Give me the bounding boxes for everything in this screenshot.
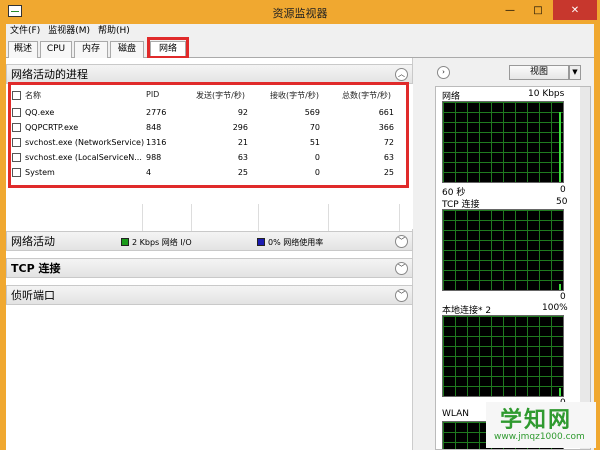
left-pane: 网络活动的进程 ︿ 名称 PID 发送(字节/秒) 接收(字节/秒) 总数(字节…: [6, 58, 413, 450]
chevron-down-icon[interactable]: ﹀: [395, 235, 408, 248]
process-receive: 0: [314, 153, 320, 162]
graph-network-footer-right: 0: [560, 185, 566, 195]
tab-cpu[interactable]: CPU: [40, 41, 72, 58]
table-row[interactable]: svchost.exe (LocalServiceN... 988 63 0 6…: [6, 151, 413, 166]
row-checkbox[interactable]: [12, 138, 21, 147]
close-button[interactable]: ✕: [553, 0, 597, 20]
row-checkbox[interactable]: [12, 153, 21, 162]
processes-table: 名称 PID 发送(字节/秒) 接收(字节/秒) 总数(字节/秒) QQ.exe…: [6, 84, 413, 249]
view-dropdown-icon[interactable]: ▼: [569, 65, 581, 80]
process-pid: 1316: [146, 138, 167, 147]
menu-monitor[interactable]: 监视器(M): [44, 24, 94, 38]
maximize-button[interactable]: □: [525, 0, 551, 20]
chevron-down-icon[interactable]: ﹀: [395, 262, 408, 275]
watermark-url: www.jmqz1000.com: [494, 432, 585, 442]
chevron-right-icon[interactable]: ›: [437, 66, 450, 79]
process-pid: 848: [146, 123, 162, 132]
process-send: 63: [237, 153, 248, 162]
right-pane: › 视图 ▼ 网络 10 Kbps 60 秒 0 TCP 连接 50 0 本地连…: [427, 58, 594, 450]
minimize-button[interactable]: —: [497, 0, 523, 20]
tab-disk[interactable]: 磁盘: [110, 41, 144, 58]
process-receive: 70: [309, 123, 320, 132]
resource-monitor-window: 资源监视器 — □ ✕ 文件(F) 监视器(M) 帮助(H) 概述 CPU 内存…: [0, 0, 600, 450]
graphs-scrollbar[interactable]: [580, 87, 590, 449]
process-send: 296: [232, 123, 248, 132]
table-row[interactable]: System 4 25 0 25: [6, 166, 413, 181]
graph-network-value: 10 Kbps: [528, 89, 565, 99]
column-name[interactable]: 名称: [25, 90, 41, 104]
process-name: System: [25, 168, 55, 177]
process-send: 25: [237, 168, 248, 177]
tab-memory[interactable]: 内存: [74, 41, 108, 58]
row-checkbox[interactable]: [12, 168, 21, 177]
processes-section-title: 网络活动的进程: [11, 68, 88, 81]
process-send: 92: [237, 108, 248, 117]
graph-tcp-footer-right: 0: [560, 292, 566, 302]
table-row[interactable]: QQ.exe 2776 92 569 661: [6, 106, 413, 121]
title-bar[interactable]: 资源监视器 — □ ✕: [0, 0, 600, 24]
process-receive: 51: [309, 138, 320, 147]
tab-network[interactable]: 网络: [150, 41, 186, 59]
process-total: 25: [383, 168, 394, 177]
process-pid: 988: [146, 153, 162, 162]
graph-local-value: 100%: [542, 303, 568, 313]
process-receive: 0: [314, 168, 320, 177]
process-receive: 569: [304, 108, 320, 117]
process-total: 661: [378, 108, 394, 117]
tab-strip: 概述 CPU 内存 磁盘 网络: [6, 38, 594, 59]
tab-overview[interactable]: 概述: [8, 41, 38, 58]
column-total[interactable]: 总数(字节/秒): [342, 90, 391, 104]
watermark-title: 学知网: [500, 408, 573, 433]
graph-network: [442, 101, 564, 183]
network-activity-title: 网络活动: [11, 235, 55, 248]
graph-local-connection: [442, 315, 564, 397]
tcp-section-title: TCP 连接: [11, 262, 61, 275]
process-name: QQ.exe: [25, 108, 55, 117]
tcp-section-header[interactable]: TCP 连接 ﹀: [6, 258, 413, 278]
process-name: svchost.exe (NetworkService): [25, 138, 145, 147]
table-row[interactable]: svchost.exe (NetworkService) 1316 21 51 …: [6, 136, 413, 151]
view-button[interactable]: 视图: [509, 65, 569, 80]
select-all-checkbox[interactable]: [12, 91, 21, 100]
listen-section-header[interactable]: 侦听端口 ﹀: [6, 285, 413, 305]
menu-bar: 文件(F) 监视器(M) 帮助(H): [6, 24, 594, 38]
io-badge-icon: [121, 238, 129, 246]
network-activity-header[interactable]: 网络活动 2 Kbps 网络 I/O 0% 网络使用率 ﹀: [6, 231, 413, 251]
chevron-up-icon[interactable]: ︿: [395, 68, 408, 81]
graphs-panel: 网络 10 Kbps 60 秒 0 TCP 连接 50 0 本地连接* 2 10…: [435, 86, 591, 450]
table-row[interactable]: QQPCRTP.exe 848 296 70 366: [6, 121, 413, 136]
row-checkbox[interactable]: [12, 123, 21, 132]
process-name: QQPCRTP.exe: [25, 123, 79, 132]
graph-tcp-value: 50: [556, 197, 568, 207]
process-pid: 4: [146, 168, 152, 177]
process-pid: 2776: [146, 108, 167, 117]
processes-section-header[interactable]: 网络活动的进程 ︿: [6, 64, 413, 84]
menu-file[interactable]: 文件(F): [6, 24, 44, 38]
watermark: 学知网 www.jmqz1000.com: [486, 402, 596, 448]
network-usage-status: 0% 网络使用率: [257, 237, 323, 248]
row-checkbox[interactable]: [12, 108, 21, 117]
column-receive[interactable]: 接收(字节/秒): [270, 90, 319, 104]
graph-wlan-label: WLAN: [442, 409, 470, 419]
process-name: svchost.exe (LocalServiceN...: [25, 153, 142, 162]
graph-tcp: [442, 209, 564, 291]
content-area: 网络活动的进程 ︿ 名称 PID 发送(字节/秒) 接收(字节/秒) 总数(字节…: [6, 58, 594, 450]
chevron-down-icon[interactable]: ﹀: [395, 289, 408, 302]
network-io-text: 2 Kbps 网络 I/O: [132, 238, 192, 247]
usage-badge-icon: [257, 238, 265, 246]
process-total: 63: [383, 153, 394, 162]
column-send[interactable]: 发送(字节/秒): [196, 90, 245, 104]
right-toolbar: › 视图 ▼: [427, 62, 594, 82]
network-io-status: 2 Kbps 网络 I/O: [121, 237, 192, 248]
network-usage-text: 0% 网络使用率: [268, 238, 324, 247]
column-pid[interactable]: PID: [146, 90, 159, 104]
process-total: 366: [378, 123, 394, 132]
process-total: 72: [383, 138, 394, 147]
listen-section-title: 侦听端口: [11, 289, 55, 302]
process-send: 21: [237, 138, 248, 147]
menu-help[interactable]: 帮助(H): [94, 24, 134, 38]
